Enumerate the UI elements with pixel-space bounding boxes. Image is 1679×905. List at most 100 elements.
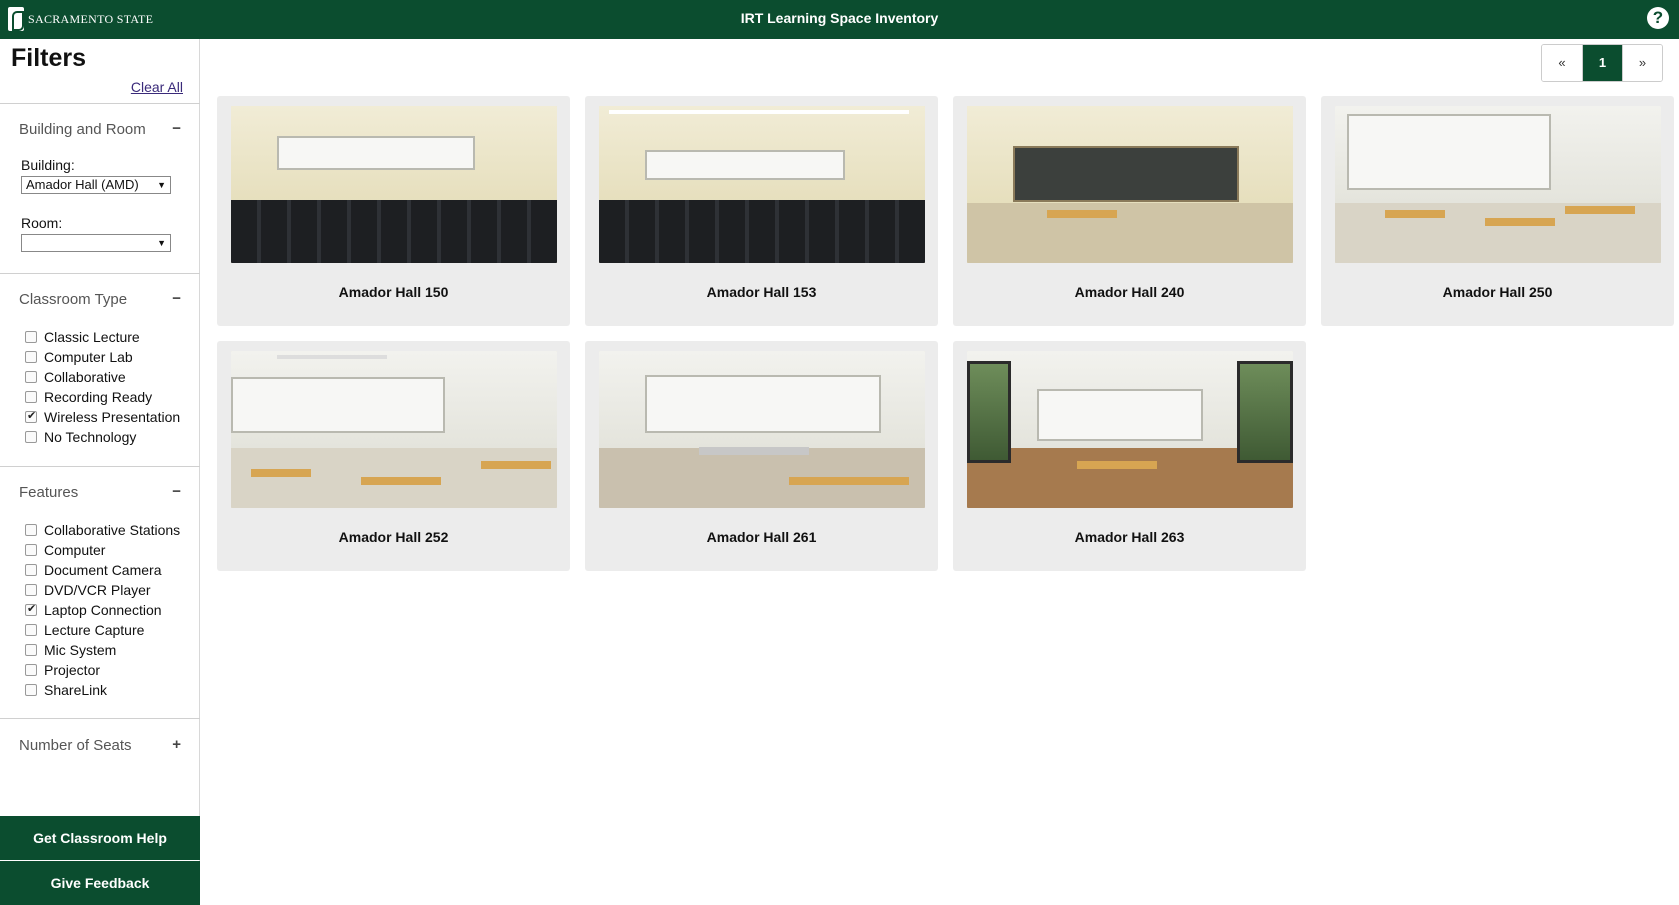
feature-option[interactable]: ShareLink xyxy=(25,680,180,700)
classroom-type-list: Classic Lecture Computer Lab Collaborati… xyxy=(25,327,180,447)
option-label: Projector xyxy=(44,662,101,678)
help-icon[interactable]: ? xyxy=(1647,7,1669,29)
option-label: Computer Lab xyxy=(44,349,133,365)
features-heading[interactable]: Features xyxy=(19,484,78,501)
clear-all-link[interactable]: Clear All xyxy=(131,79,183,95)
features-collapse-toggle[interactable]: − xyxy=(172,483,181,500)
checkbox[interactable] xyxy=(25,564,37,576)
option-label: Recording Ready xyxy=(44,389,153,405)
room-select[interactable]: ▼ xyxy=(21,234,171,252)
classroom-type-option[interactable]: Computer Lab xyxy=(25,347,180,367)
checkbox[interactable] xyxy=(25,544,37,556)
building-room-heading[interactable]: Building and Room xyxy=(19,121,146,138)
feature-option[interactable]: Laptop Connection xyxy=(25,600,180,620)
room-card[interactable]: Amador Hall 263 xyxy=(953,341,1306,571)
divider xyxy=(0,718,200,719)
checkbox[interactable] xyxy=(25,351,37,363)
features-list: Collaborative Stations Computer Document… xyxy=(25,520,180,700)
top-bar: SACRAMENTO STATE IRT Learning Space Inve… xyxy=(0,0,1679,39)
classroom-type-option[interactable]: Classic Lecture xyxy=(25,327,180,347)
room-photo-image xyxy=(967,351,1293,508)
checkbox[interactable] xyxy=(25,644,37,656)
room-photo[interactable] xyxy=(231,106,557,263)
feature-option[interactable]: Projector xyxy=(25,660,180,680)
checkbox[interactable] xyxy=(25,391,37,403)
filters-sidebar: Filters Clear All Building and Room − Bu… xyxy=(0,39,200,905)
next-page-button[interactable]: » xyxy=(1622,45,1662,81)
room-photo[interactable] xyxy=(231,351,557,508)
option-label: Mic System xyxy=(44,642,117,658)
room-card[interactable]: Amador Hall 261 xyxy=(585,341,938,571)
classroom-type-option[interactable]: Collaborative xyxy=(25,367,180,387)
dropdown-arrow-icon: ▼ xyxy=(157,238,166,248)
building-label: Building: xyxy=(21,157,75,173)
room-photo-image xyxy=(599,106,925,263)
room-name[interactable]: Amador Hall 252 xyxy=(217,529,570,545)
checkbox[interactable] xyxy=(25,431,37,443)
room-photo[interactable] xyxy=(967,351,1293,508)
feature-option[interactable]: DVD/VCR Player xyxy=(25,580,180,600)
classroom-type-option[interactable]: Wireless Presentation xyxy=(25,407,180,427)
seats-heading[interactable]: Number of Seats xyxy=(19,737,132,754)
room-name[interactable]: Amador Hall 250 xyxy=(1321,284,1674,300)
room-card[interactable]: Amador Hall 252 xyxy=(217,341,570,571)
get-classroom-help-button[interactable]: Get Classroom Help xyxy=(0,816,200,860)
room-name[interactable]: Amador Hall 150 xyxy=(217,284,570,300)
option-label: Classic Lecture xyxy=(44,329,140,345)
checkbox[interactable] xyxy=(25,524,37,536)
building-select[interactable]: Amador Hall (AMD) ▼ xyxy=(21,176,171,194)
option-label: Document Camera xyxy=(44,562,162,578)
room-card[interactable]: Amador Hall 150 xyxy=(217,96,570,326)
prev-page-button[interactable]: « xyxy=(1542,45,1582,81)
checkbox[interactable] xyxy=(25,584,37,596)
classroom-type-option[interactable]: Recording Ready xyxy=(25,387,180,407)
checkbox-checked[interactable] xyxy=(25,409,37,423)
checkbox[interactable] xyxy=(25,664,37,676)
feature-option[interactable]: Collaborative Stations xyxy=(25,520,180,540)
option-label: No Technology xyxy=(44,429,137,445)
room-photo[interactable] xyxy=(599,351,925,508)
app-title: IRT Learning Space Inventory xyxy=(740,10,939,26)
divider xyxy=(0,466,200,467)
room-photo[interactable] xyxy=(967,106,1293,263)
option-label: ShareLink xyxy=(44,682,108,698)
option-label: Lecture Capture xyxy=(44,622,145,638)
room-label: Room: xyxy=(21,215,63,231)
filters-title: Filters xyxy=(11,44,87,72)
room-card[interactable]: Amador Hall 153 xyxy=(585,96,938,326)
checkbox-checked[interactable] xyxy=(25,602,37,616)
room-photo[interactable] xyxy=(1335,106,1661,263)
divider xyxy=(0,273,200,274)
room-photo-image xyxy=(967,106,1293,263)
room-name[interactable]: Amador Hall 263 xyxy=(953,529,1306,545)
checkbox[interactable] xyxy=(25,331,37,343)
option-label: DVD/VCR Player xyxy=(44,582,151,598)
room-card[interactable]: Amador Hall 250 xyxy=(1321,96,1674,326)
room-name[interactable]: Amador Hall 261 xyxy=(585,529,938,545)
room-photo-image xyxy=(231,106,557,263)
room-name[interactable]: Amador Hall 240 xyxy=(953,284,1306,300)
feature-option[interactable]: Document Camera xyxy=(25,560,180,580)
divider xyxy=(0,103,200,104)
classroom-type-collapse-toggle[interactable]: − xyxy=(172,290,181,307)
option-label: Computer xyxy=(44,542,106,558)
page-1-button[interactable]: 1 xyxy=(1582,45,1622,81)
classroom-type-heading[interactable]: Classroom Type xyxy=(19,291,127,308)
seats-expand-toggle[interactable]: + xyxy=(172,736,181,753)
building-room-collapse-toggle[interactable]: − xyxy=(172,120,181,137)
option-label: Laptop Connection xyxy=(44,602,162,618)
feature-option[interactable]: Mic System xyxy=(25,640,180,660)
feature-option[interactable]: Lecture Capture xyxy=(25,620,180,640)
room-card[interactable]: Amador Hall 240 xyxy=(953,96,1306,326)
room-photo-image xyxy=(599,351,925,508)
give-feedback-button[interactable]: Give Feedback xyxy=(0,861,200,905)
room-name[interactable]: Amador Hall 153 xyxy=(585,284,938,300)
classroom-type-option[interactable]: No Technology xyxy=(25,427,180,447)
feature-option[interactable]: Computer xyxy=(25,540,180,560)
room-photo[interactable] xyxy=(599,106,925,263)
checkbox[interactable] xyxy=(25,371,37,383)
checkbox[interactable] xyxy=(25,624,37,636)
option-label: Collaborative Stations xyxy=(44,522,181,538)
checkbox[interactable] xyxy=(25,684,37,696)
option-label: Collaborative xyxy=(44,369,126,385)
